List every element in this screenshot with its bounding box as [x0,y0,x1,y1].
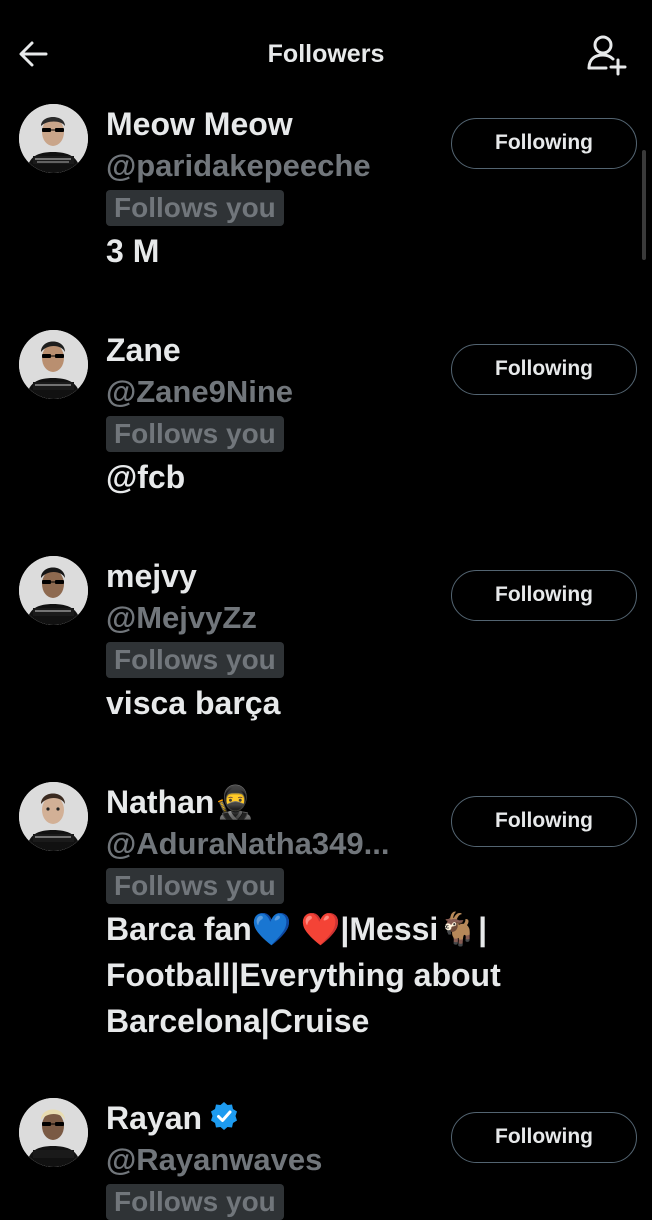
bio-text: |Messi [340,911,439,947]
follows-you-badge: Follows you [106,1184,284,1220]
following-button[interactable]: Following [451,570,637,621]
avatar[interactable] [19,556,88,625]
user-name-text: Nathan [106,784,215,820]
follows-you-badge: Follows you [106,416,284,452]
user-bio: Barca fan💙 ❤️|Messi🐐| Football|Everythin… [106,906,546,1044]
scrollbar[interactable] [642,150,646,260]
add-user-button[interactable] [584,32,630,78]
top-bar: Followers [0,0,652,100]
avatar[interactable] [19,104,88,173]
goat-icon: 🐐 [438,910,479,948]
avatar[interactable] [19,330,88,399]
user-bio: @fcb [106,459,186,495]
verified-badge-icon [208,1100,240,1141]
ninja-emoji-icon: 🥷 [214,783,255,821]
page-title: Followers [267,40,385,68]
following-button[interactable]: Following [451,344,637,395]
user-name-text: Rayan [106,1100,203,1136]
bio-text: Barca fan [106,911,252,947]
following-button[interactable]: Following [451,796,637,847]
red-heart-icon: ❤️ [300,910,341,948]
user-bio: visca barça [106,685,281,721]
following-button[interactable]: Following [451,1112,637,1163]
avatar[interactable] [19,1098,88,1167]
follows-you-badge: Follows you [106,868,284,904]
follows-you-badge: Follows you [106,190,284,226]
avatar[interactable] [19,782,88,851]
follows-you-badge: Follows you [106,642,284,678]
add-user-icon [587,35,627,76]
user-bio: 3 M [106,233,160,269]
blue-heart-icon: 💙 [251,910,292,948]
following-button[interactable]: Following [451,118,637,169]
